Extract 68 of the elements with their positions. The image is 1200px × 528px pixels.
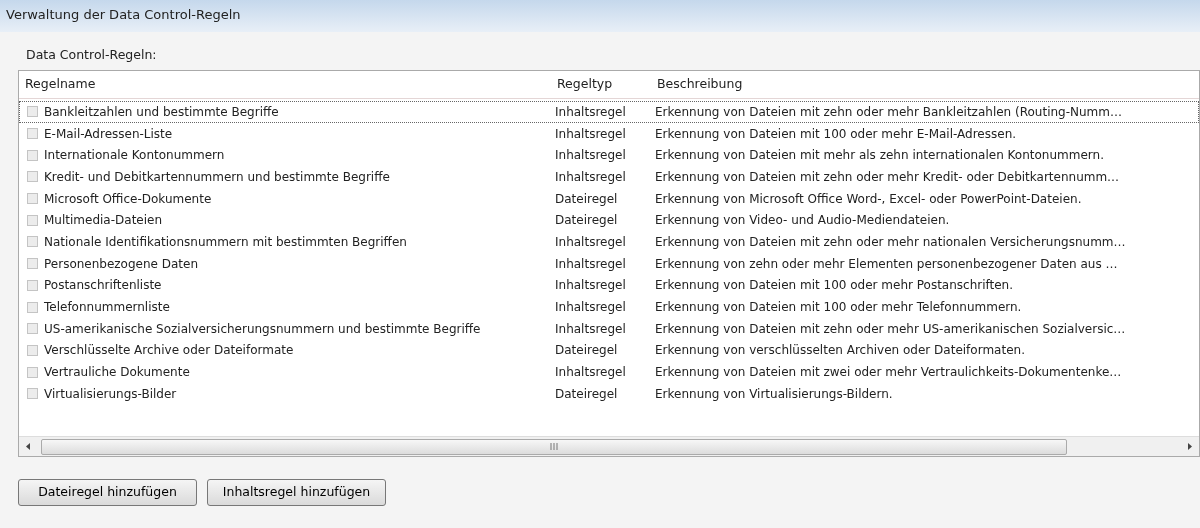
- rule-name[interactable]: Postanschriftenliste: [44, 276, 162, 295]
- scroll-thumb[interactable]: [41, 438, 1067, 455]
- scroll-left-icon[interactable]: [26, 443, 30, 450]
- horizontal-scrollbar[interactable]: [19, 436, 1199, 456]
- rule-type: Dateiregel: [554, 212, 619, 230]
- rule-description: Erkennung von Dateien mit mehr als zehn internationalen Kontonummern.: [654, 147, 1105, 165]
- rule-type: Inhaltsregel: [554, 125, 627, 143]
- rule-description: Erkennung von Dateien mit zehn oder mehr nationalen Versicherungsnumm…: [654, 233, 1127, 251]
- rule-name[interactable]: Microsoft Office-Dokumente: [44, 189, 212, 208]
- rule-name[interactable]: Kredit- und Debitkartennummern und bestimmte Begriffe: [44, 167, 390, 186]
- rule-type: Dateiregel: [554, 385, 619, 403]
- checkbox[interactable]: [27, 149, 38, 161]
- rule-type: Dateiregel: [554, 190, 619, 208]
- rule-name[interactable]: Nationale Identifikationsnummern mit bestimmten Begriffen: [44, 232, 407, 251]
- rule-description: Erkennung von Dateien mit zehn oder mehr Kredit- oder Debitkartennumm…: [654, 168, 1121, 186]
- column-header[interactable]: Regelname: [19, 75, 551, 94]
- rule-type: Inhaltsregel: [554, 320, 627, 338]
- rule-type: Dateiregel: [554, 342, 619, 360]
- list-label: Data Control-Regeln:: [26, 47, 157, 62]
- rule-description: Erkennung von Video- und Audio-Mediendateien.: [654, 212, 951, 230]
- window-title: Verwaltung der Data Control-Regeln: [0, 0, 1200, 32]
- checkbox[interactable]: [27, 193, 38, 205]
- checkbox[interactable]: [27, 258, 38, 270]
- column-header[interactable]: Beschreibung: [651, 75, 1199, 94]
- rule-description: Erkennung von Dateien mit zehn oder mehr Bankleitzahlen (Routing-Numm…: [654, 103, 1123, 121]
- grip-icon: [550, 443, 558, 450]
- rule-description: Erkennung von Virtualisierungs-Bildern.: [654, 385, 894, 403]
- rule-name[interactable]: Internationale Kontonummern: [44, 146, 225, 165]
- rule-type: Inhaltsregel: [554, 277, 627, 295]
- checkbox[interactable]: [27, 344, 38, 356]
- rule-name[interactable]: Multimedia-Dateien: [44, 211, 163, 230]
- checkbox[interactable]: [27, 323, 38, 335]
- rule-type: Inhaltsregel: [554, 364, 627, 382]
- add-rule-button[interactable]: Inhaltsregel hinzufügen: [207, 479, 386, 506]
- rule-type: Inhaltsregel: [554, 233, 627, 251]
- checkbox[interactable]: [27, 301, 38, 313]
- scroll-right-icon[interactable]: [1188, 443, 1192, 450]
- rule-type: Inhaltsregel: [554, 168, 627, 186]
- rule-name[interactable]: Personenbezogene Daten: [44, 254, 199, 273]
- rule-name[interactable]: Verschlüsselte Archive oder Dateiformate: [44, 341, 294, 360]
- rule-type: Inhaltsregel: [554, 299, 627, 317]
- rule-description: Erkennung von Microsoft Office Word-, Excel- oder PowerPoint-Dateien.: [654, 190, 1083, 208]
- checkbox[interactable]: [27, 366, 38, 378]
- checkbox[interactable]: [27, 171, 38, 183]
- rule-description: Erkennung von Dateien mit 100 oder mehr E-Mail-Adressen.: [654, 125, 1018, 143]
- rule-type: Inhaltsregel: [554, 255, 627, 273]
- rule-description: Erkennung von verschlüsselten Archiven oder Dateiformaten.: [654, 342, 1026, 360]
- rule-type: Inhaltsregel: [554, 147, 627, 165]
- column-header[interactable]: Regeltyp: [551, 75, 651, 94]
- rule-description: Erkennung von Dateien mit zwei oder mehr Vertraulichkeits-Dokumentenke…: [654, 364, 1123, 382]
- checkbox[interactable]: [27, 236, 38, 248]
- rule-name[interactable]: Bankleitzahlen und bestimmte Begriffe: [44, 102, 279, 121]
- rule-name[interactable]: Vertrauliche Dokumente: [44, 363, 190, 382]
- checkbox[interactable]: [27, 106, 38, 118]
- rule-description: Erkennung von zehn oder mehr Elementen personenbezogener Daten aus …: [654, 255, 1119, 273]
- checkbox[interactable]: [27, 388, 38, 400]
- rule-description: Erkennung von Dateien mit 100 oder mehr Postanschriften.: [654, 277, 1015, 295]
- checkbox[interactable]: [27, 214, 38, 226]
- checkbox[interactable]: [27, 128, 38, 140]
- rule-name[interactable]: Virtualisierungs-Bilder: [44, 384, 177, 403]
- rule-type: Inhaltsregel: [554, 103, 627, 121]
- rule-name[interactable]: Telefonnummernliste: [44, 298, 170, 317]
- add-rule-button[interactable]: Dateiregel hinzufügen: [18, 479, 197, 506]
- rule-description: Erkennung von Dateien mit zehn oder mehr US-amerikanischen Sozialversic…: [654, 320, 1127, 338]
- rule-name[interactable]: US-amerikanische Sozialversicherungsnummern und bestimmte Begriffe: [44, 319, 481, 338]
- rule-description: Erkennung von Dateien mit 100 oder mehr Telefonnummern.: [654, 299, 1023, 317]
- checkbox[interactable]: [27, 279, 38, 291]
- rule-name[interactable]: E-Mail-Adressen-Liste: [44, 124, 173, 143]
